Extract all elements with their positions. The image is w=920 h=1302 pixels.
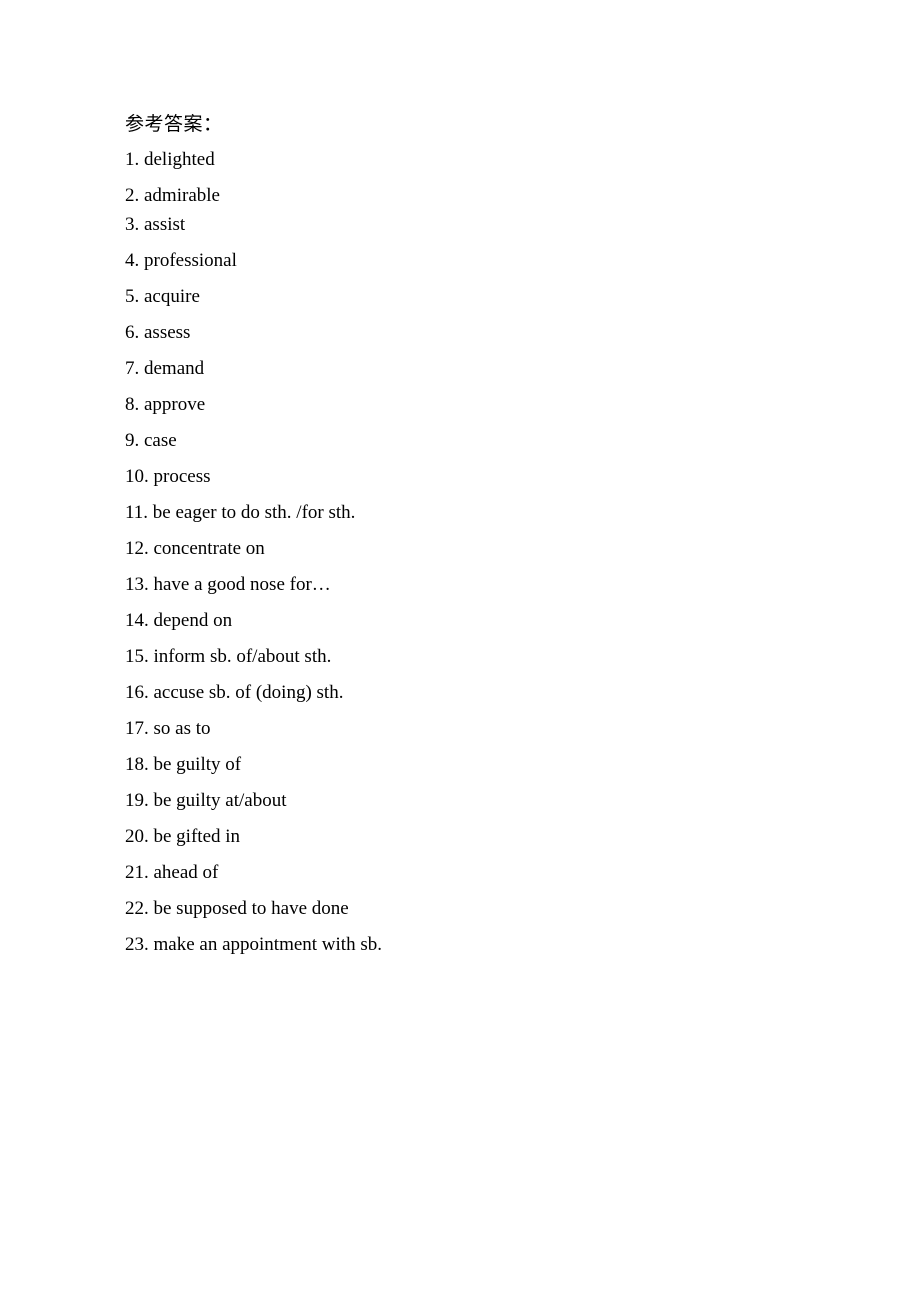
answer-item: 10. process xyxy=(125,466,211,487)
answer-item: 20. be gifted in xyxy=(125,826,241,847)
document-body: 参考答案： 1. delighted 2. admirable 3. assist 4… xyxy=(125,112,825,969)
answer-item: 9. case xyxy=(125,430,177,451)
answer-item: 22. be supposed to have done xyxy=(125,898,349,919)
answer-item: 6. assess xyxy=(125,322,191,343)
answer-item: 11. be eager to do sth. /for sth. xyxy=(125,502,356,523)
answer-item: 14. depend on xyxy=(125,610,233,631)
answer-item: 5. acquire xyxy=(125,286,200,307)
answer-item: 4. professional xyxy=(125,250,237,271)
answer-item: 18. be guilty of xyxy=(125,754,242,775)
answer-item: 19. be guilty at/about xyxy=(125,790,287,811)
answer-item: 1. delighted xyxy=(125,149,215,170)
answer-item: 23. make an appointment with sb. xyxy=(125,934,382,955)
answer-item: 16. accuse sb. of (doing) sth. xyxy=(125,682,344,703)
answer-item: 2. admirable xyxy=(125,185,220,206)
answer-item: 7. demand xyxy=(125,358,205,379)
answer-item: 13. have a good nose for… xyxy=(125,574,331,595)
answer-item: 8. approve xyxy=(125,394,206,415)
answer-item: 12. concentrate on xyxy=(125,538,265,559)
document-page: 参考答案： 1. delighted 2. admirable 3. assist 4… xyxy=(0,0,920,1302)
answer-item: 17. so as to xyxy=(125,718,211,739)
answer-item: 21. ahead of xyxy=(125,862,219,883)
answer-item: 15. inform sb. of/about sth. xyxy=(125,646,332,667)
answer-item: 3. assist xyxy=(125,214,186,235)
page-title: 参考答案： xyxy=(125,114,223,135)
answer-key-list: 1. delighted 2. admirable 3. assist 4. prof… xyxy=(125,148,825,969)
